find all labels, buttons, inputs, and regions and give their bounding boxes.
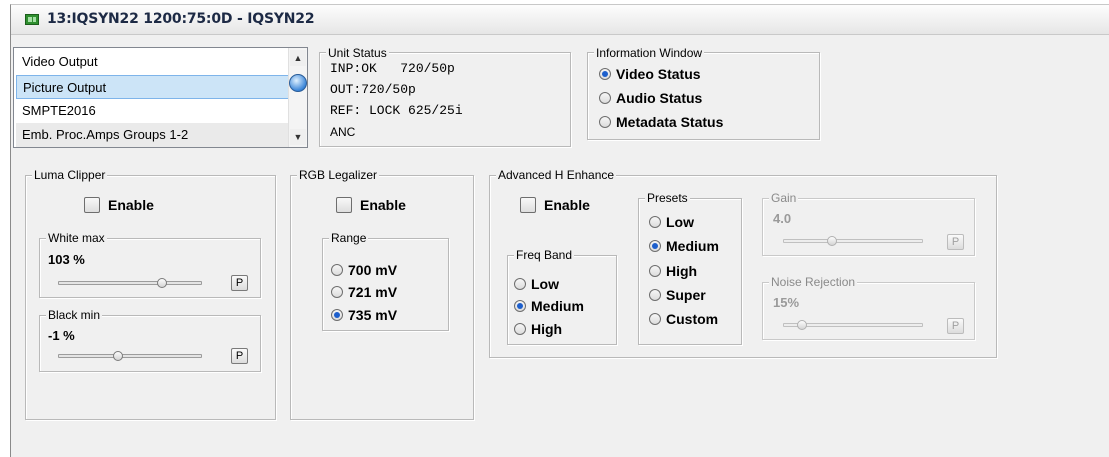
white-max-slider[interactable] (58, 278, 202, 288)
radio-freq-high[interactable]: High (514, 320, 562, 338)
information-window-title: Information Window (594, 46, 705, 60)
scroll-down-icon[interactable]: ▼ (290, 129, 306, 145)
gain-group: Gain 4.0 P (762, 191, 975, 256)
radio-freq-low[interactable]: Low (514, 275, 559, 293)
advanced-h-enhance-group: Advanced H Enhance Enable Freq Band Low … (489, 168, 997, 358)
list-item-selected[interactable]: Picture Output (16, 75, 289, 99)
radio-range-721mv[interactable]: 721 mV (331, 283, 397, 301)
freq-band-group: Freq Band Low Medium High (507, 248, 617, 345)
list-item[interactable]: Video Output (16, 50, 289, 74)
rgb-legalizer-title: RGB Legalizer (297, 168, 380, 182)
page-list[interactable]: Video Output Picture Output SMPTE2016 Em… (13, 47, 308, 148)
scroll-thumb[interactable] (289, 74, 307, 92)
window-title: 13:IQSYN22 1200:75:0D - IQSYN22 (47, 11, 315, 27)
rgb-legalizer-group: RGB Legalizer Enable Range 700 mV 721 mV… (290, 168, 474, 420)
white-max-title: White max (46, 231, 107, 245)
range-title: Range (329, 231, 369, 245)
white-max-value: 103 % (48, 252, 85, 267)
noise-rejection-title: Noise Rejection (769, 275, 858, 289)
black-min-title: Black min (46, 308, 103, 322)
presets-title: Presets (645, 191, 690, 205)
noise-rejection-group: Noise Rejection 15% P (762, 275, 975, 340)
radio-preset-low[interactable]: Low (649, 213, 694, 231)
gain-title: Gain (769, 191, 799, 205)
radio-range-735mv[interactable]: 735 mV (331, 306, 397, 324)
information-window-group: Information Window Video Status Audio St… (587, 46, 820, 140)
status-anc: ANC (330, 125, 356, 139)
radio-metadata-status[interactable]: Metadata Status (599, 113, 723, 131)
noise-rejection-preset-button[interactable]: P (947, 318, 964, 334)
luma-clipper-group: Luma Clipper Enable White max 103 % P Bl… (25, 168, 276, 420)
rgb-legalizer-enable-checkbox[interactable]: Enable (336, 195, 406, 215)
radio-video-status[interactable]: Video Status (599, 65, 701, 83)
black-min-group: Black min -1 % P (39, 308, 261, 372)
list-scrollbar[interactable]: ▲ ▼ (288, 48, 307, 147)
white-max-group: White max 103 % P (39, 231, 261, 298)
title-bar: 13:IQSYN22 1200:75:0D - IQSYN22 (11, 5, 1109, 35)
list-item[interactable]: Emb. Proc.Amps Groups 1-2 (16, 123, 289, 147)
scroll-up-icon[interactable]: ▲ (290, 50, 306, 66)
noise-rejection-slider-knob[interactable] (797, 320, 807, 330)
radio-audio-status[interactable]: Audio Status (599, 89, 702, 107)
black-min-slider-knob[interactable] (113, 351, 123, 361)
gain-value: 4.0 (773, 211, 792, 226)
status-reference: REF: LOCK 625/25i (330, 103, 463, 118)
radio-range-700mv[interactable]: 700 mV (331, 261, 397, 279)
status-output: OUT:720/50p (330, 82, 416, 97)
white-max-preset-button[interactable]: P (231, 275, 248, 291)
unit-status-group: Unit Status INP:OK 720/50p OUT:720/50p R… (319, 46, 571, 147)
radio-preset-medium[interactable]: Medium (649, 237, 719, 255)
gain-slider[interactable] (783, 236, 923, 246)
list-item[interactable]: SMPTE2016 (16, 99, 289, 123)
range-group: Range 700 mV 721 mV 735 mV (322, 231, 449, 331)
noise-rejection-value: 15% (773, 295, 800, 310)
advanced-h-enhance-enable-checkbox[interactable]: Enable (520, 195, 590, 215)
gain-slider-knob[interactable] (827, 236, 837, 246)
black-min-slider[interactable] (58, 351, 202, 361)
gain-preset-button[interactable]: P (947, 234, 964, 250)
presets-group: Presets Low Medium High Super Custom (638, 191, 742, 345)
advanced-h-enhance-title: Advanced H Enhance (496, 168, 617, 182)
luma-clipper-title: Luma Clipper (32, 168, 108, 182)
radio-preset-super[interactable]: Super (649, 286, 706, 304)
freq-band-title: Freq Band (514, 248, 575, 262)
radio-freq-medium[interactable]: Medium (514, 297, 584, 315)
radio-preset-custom[interactable]: Custom (649, 310, 718, 328)
luma-clipper-enable-checkbox[interactable]: Enable (84, 195, 154, 215)
status-input: INP:OK 720/50p (330, 61, 455, 76)
noise-rejection-slider[interactable] (783, 320, 923, 330)
white-max-slider-knob[interactable] (157, 278, 167, 288)
unit-status-title: Unit Status (326, 46, 389, 60)
black-min-value: -1 % (48, 328, 75, 343)
radio-preset-high[interactable]: High (649, 262, 697, 280)
black-min-preset-button[interactable]: P (231, 348, 248, 364)
device-icon (25, 14, 39, 25)
